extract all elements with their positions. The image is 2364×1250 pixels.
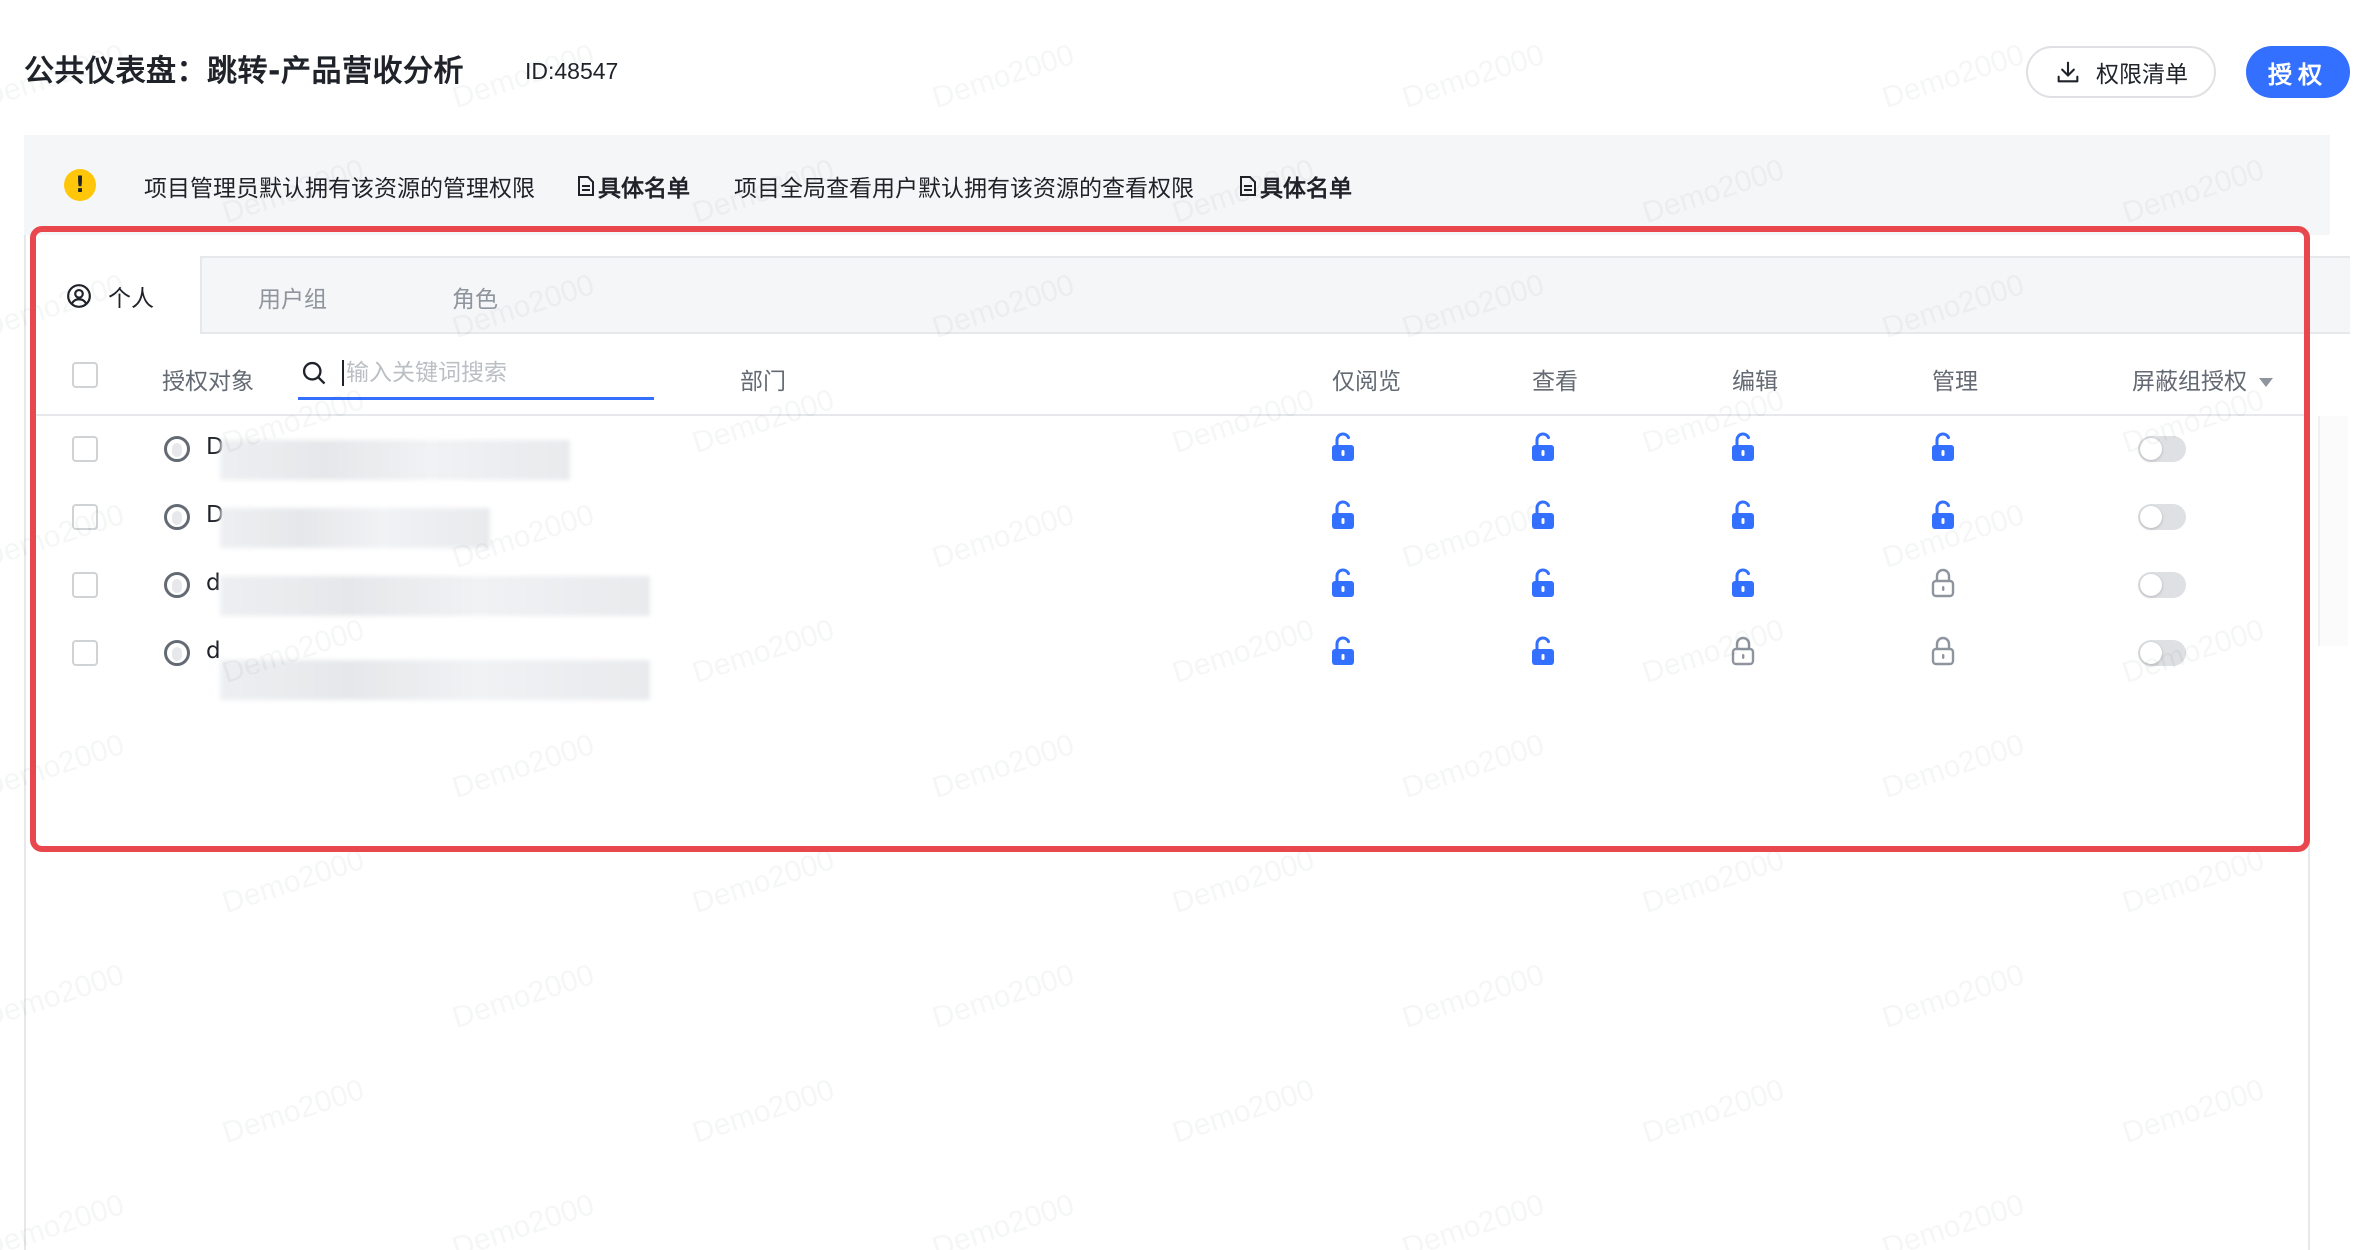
col-department: 部门 [740,369,786,395]
watermark-text: Demo2000 [1398,38,1548,116]
document-icon [578,176,594,196]
block-group-toggle[interactable] [2138,640,2186,666]
tab-person-label: 个人 [108,286,154,312]
col-view: 查看 [1532,369,1578,395]
user-circle-icon [67,284,91,308]
row-user-name: d [206,638,221,664]
row-checkbox[interactable] [72,436,98,462]
unlock-icon[interactable] [1530,500,1556,530]
permission-list-button[interactable]: 权限清单 [2026,46,2216,98]
table-row: D [34,484,2310,552]
tab-person[interactable]: 个人 [34,256,202,334]
table-row: D [34,416,2310,484]
unlock-icon[interactable] [1930,500,1956,530]
unlock-icon[interactable] [1530,568,1556,598]
row-checkbox[interactable] [72,640,98,666]
block-group-toggle[interactable] [2138,504,2186,530]
row-checkbox[interactable] [72,572,98,598]
unlock-icon[interactable] [1530,636,1556,666]
avatar [164,436,190,462]
lock-icon[interactable] [1930,636,1956,666]
table-header: 授权对象 部门 仅阅览 查看 编辑 管理 屏蔽组授权 [34,334,2310,416]
watermark-text: Demo2000 [928,38,1078,116]
unlock-icon[interactable] [1330,500,1356,530]
col-target: 授权对象 [162,369,254,395]
viewer-list-link-label: 具体名单 [1260,176,1352,202]
tab-bar: 个人 用户组 角色 [34,256,2350,334]
permission-list-label: 权限清单 [2096,62,2188,88]
unlock-icon[interactable] [1730,568,1756,598]
admin-list-link[interactable]: 具体名单 [576,169,690,203]
unlock-icon[interactable] [1530,432,1556,462]
row-user-name: d [206,570,221,596]
notice-text-admin: 项目管理员默认拥有该资源的管理权限 [144,176,535,202]
avatar [164,504,190,530]
row-checkbox[interactable] [72,504,98,530]
col-manage: 管理 [1932,369,1978,395]
redacted-block [220,576,650,616]
redacted-block [220,440,570,480]
notice-bar: ! 项目管理员默认拥有该资源的管理权限 具体名单 项目全局查看用户默认拥有该资源… [24,135,2330,235]
avatar [164,572,190,598]
redacted-block [220,508,490,548]
unlock-icon[interactable] [1330,432,1356,462]
lock-icon[interactable] [1730,636,1756,666]
block-group-toggle[interactable] [2138,572,2186,598]
tab-role[interactable]: 角色 [452,258,498,336]
col-block-group[interactable]: 屏蔽组授权 [2132,362,2273,396]
search-input[interactable] [342,359,642,386]
watermark-text: Demo2000 [1878,38,2028,116]
download-icon [2057,61,2079,83]
select-all-checkbox[interactable] [72,362,98,388]
authorize-button[interactable]: 授权 [2246,46,2350,98]
col-block-group-label: 屏蔽组授权 [2132,369,2247,395]
admin-list-link-label: 具体名单 [598,176,690,202]
dropdown-caret-icon [2259,378,2273,387]
document-icon [1240,176,1256,196]
notice-text-viewer: 项目全局查看用户默认拥有该资源的查看权限 [734,176,1194,202]
search-box[interactable] [298,348,654,400]
avatar [164,640,190,666]
lock-icon[interactable] [1930,568,1956,598]
scrollbar[interactable] [2318,416,2348,646]
viewer-list-link[interactable]: 具体名单 [1238,169,1352,203]
table-row: d [34,620,2310,700]
tab-user-group[interactable]: 用户组 [258,258,327,336]
col-browse: 仅阅览 [1332,369,1401,395]
table-row: d [34,552,2310,620]
redacted-block [220,660,650,700]
block-group-toggle[interactable] [2138,436,2186,462]
unlock-icon[interactable] [1730,432,1756,462]
unlock-icon[interactable] [1330,636,1356,666]
search-icon [302,361,326,384]
page-title: 公共仪表盘：跳转-产品营收分析 [24,54,464,89]
unlock-icon[interactable] [1930,432,1956,462]
unlock-icon[interactable] [1330,568,1356,598]
resource-id: ID:48547 [525,58,619,84]
col-edit: 编辑 [1732,369,1778,395]
unlock-icon[interactable] [1730,500,1756,530]
warning-icon: ! [64,169,96,201]
